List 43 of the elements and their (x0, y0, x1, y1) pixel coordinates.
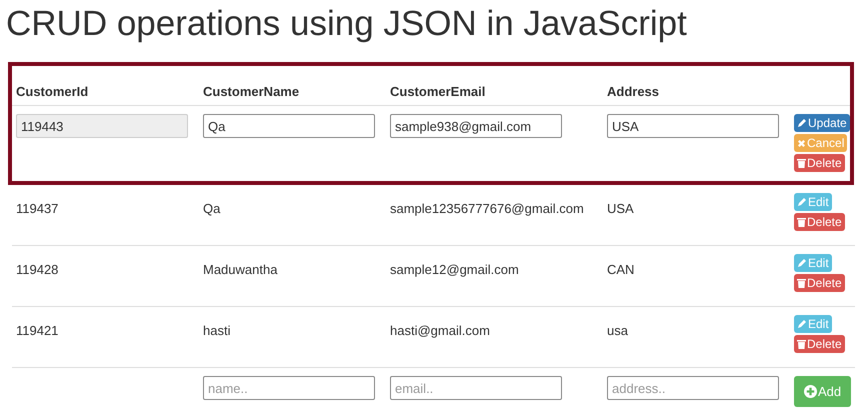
table-cell-text: 119428 (16, 262, 60, 277)
trash-icon (797, 278, 806, 288)
update-button[interactable]: Update (794, 114, 850, 132)
table-cell-text: sample12356777676@gmail.com (390, 201, 585, 216)
address-field[interactable]: USA (607, 114, 779, 138)
id-field[interactable]: 119443 (16, 114, 188, 138)
plus-circle-icon (804, 385, 817, 398)
name-field[interactable]: Qa (203, 114, 375, 138)
table-cell-text: 119437 (16, 201, 60, 216)
column-header: CustomerId (16, 84, 90, 99)
table-cell-text: Maduwantha (203, 262, 278, 277)
edit-button[interactable]: Edit (794, 315, 832, 333)
address-field[interactable]: address.. (607, 376, 779, 400)
pencil-icon (797, 118, 807, 128)
pencil-icon (797, 319, 807, 329)
edit-button[interactable]: Edit (794, 254, 832, 272)
table-cell-text: usa (607, 323, 629, 338)
column-header: CustomerName (203, 84, 300, 99)
name-field[interactable]: name.. (203, 376, 375, 400)
trash-icon (797, 217, 806, 227)
page-title: CRUD operations using JSON in JavaScript (6, 4, 688, 45)
delete-button[interactable]: Delete (794, 274, 845, 292)
email-field[interactable]: email.. (390, 376, 562, 400)
pencil-icon (797, 258, 807, 268)
table-cell-text: hasti@gmail.com (390, 323, 491, 338)
column-header: Address (607, 84, 660, 99)
close-icon (797, 138, 806, 148)
add-button[interactable]: Add (794, 376, 852, 407)
table-cell-text: Qa (203, 201, 222, 216)
trash-icon (797, 339, 806, 349)
delete-button[interactable]: Delete (794, 154, 845, 172)
table-cell-text: CAN (607, 262, 636, 277)
table-cell-text: USA (607, 201, 635, 216)
pencil-icon (797, 197, 807, 207)
table-cell-text: hasti (203, 323, 232, 338)
table-cell-text: sample12@gmail.com (390, 262, 520, 277)
delete-button[interactable]: Delete (794, 213, 845, 231)
delete-button[interactable]: Delete (794, 335, 845, 353)
edit-button[interactable]: Edit (794, 193, 832, 211)
column-header: CustomerEmail (390, 84, 486, 99)
email-field[interactable]: sample938@gmail.com (390, 114, 562, 138)
trash-icon (797, 158, 806, 168)
table-cell-text: 119421 (16, 323, 60, 338)
